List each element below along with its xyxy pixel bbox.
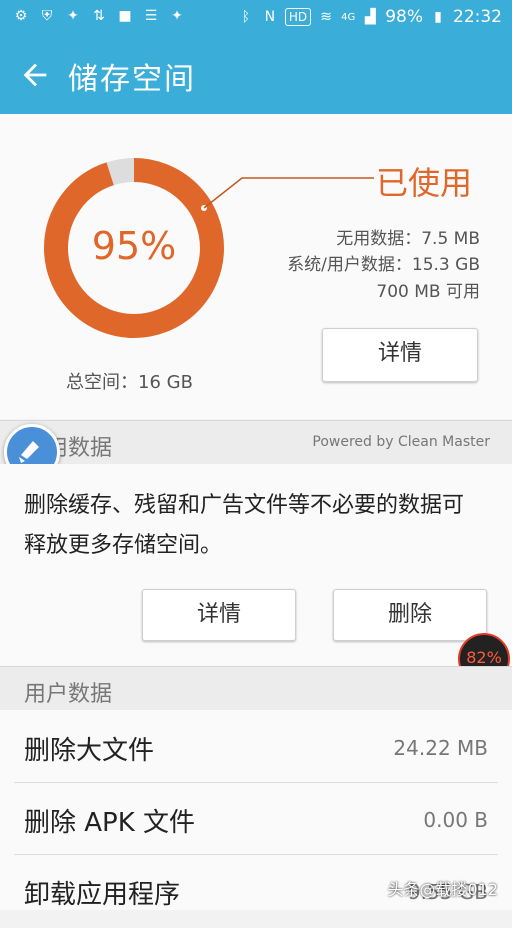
shield-icon: ⛨ xyxy=(41,8,53,24)
usage-percent: 95% xyxy=(91,224,177,268)
app-bar: 储存空间 xyxy=(0,36,512,114)
battery-icon: ▮ xyxy=(434,9,442,25)
list-item-value: 24.22 MB xyxy=(393,736,488,760)
hd-badge: HD xyxy=(284,8,312,26)
list-item-large-files[interactable]: 删除大文件 24.22 MB xyxy=(0,712,512,784)
list-item-apk-files[interactable]: 删除 APK 文件 0.00 B xyxy=(0,784,512,856)
watermark-text: 头条@载搂012 xyxy=(387,880,498,899)
list-item-label: 卸载应用程序 xyxy=(24,880,181,910)
signal-icon: ▟ xyxy=(364,9,376,25)
clock: 22:32 xyxy=(453,7,502,27)
divider xyxy=(14,782,498,783)
used-title: 已使用 xyxy=(376,164,473,202)
list-item-label: 删除 APK 文件 xyxy=(24,808,196,838)
list-item-value: 0.00 B xyxy=(423,808,488,832)
junk-data-size: 无用数据：7.5 MB xyxy=(336,229,480,249)
useless-data-header: 无用数据 Powered by Clean Master xyxy=(0,420,512,465)
gear-icon: ⚙ xyxy=(14,8,28,24)
list-item-label: 删除大文件 xyxy=(24,736,155,766)
back-arrow-icon[interactable] xyxy=(18,58,52,92)
status-bar: ⚙ ⛨ ✦ ⇅ ■ ☰ ✦ ᛒ N HD ≋ 4G ▟ 98% ▮ 22:32 xyxy=(0,0,512,36)
system-user-data-size: 系统/用户数据：15.3 GB xyxy=(287,255,480,275)
battery-percent: 98% xyxy=(385,7,423,27)
useless-details-button[interactable]: 详情 xyxy=(142,589,296,641)
delete-button[interactable]: 删除 xyxy=(333,589,487,641)
page-title: 储存空间 xyxy=(68,62,196,97)
available-space: 700 MB 可用 xyxy=(376,282,480,302)
transfer-icon: ⇅ xyxy=(93,8,105,24)
divider xyxy=(14,854,498,855)
storage-details-button[interactable]: 详情 xyxy=(322,328,478,382)
user-data-header: 用户数据 xyxy=(0,666,512,711)
bluetooth-icon: ᛒ xyxy=(241,9,251,25)
bag-icon: ■ xyxy=(118,8,132,24)
broom-icon: ✦ xyxy=(171,8,183,24)
total-space: 总空间：16 GB xyxy=(66,372,193,393)
broom-icon: ✦ xyxy=(67,8,79,24)
powered-by-text: Powered by Clean Master xyxy=(312,434,490,450)
leader-line xyxy=(201,177,374,211)
list-icon: ☰ xyxy=(144,8,158,24)
nfc-icon: N xyxy=(264,9,276,25)
memory-usage-label: 82% xyxy=(466,648,502,667)
useless-data-card: 删除缓存、残留和广告文件等不必要的数据可释放更多存储空间。 详情 删除 xyxy=(0,464,512,666)
network-type: 4G xyxy=(341,11,356,23)
section-title: 用户数据 xyxy=(24,682,113,707)
useless-data-description: 删除缓存、残留和广告文件等不必要的数据可释放更多存储空间。 xyxy=(24,493,465,558)
wifi-icon: ≋ xyxy=(320,9,332,25)
storage-summary-card: 95% 已使用 无用数据：7.5 MB 系统/用户数据：15.3 GB 700 … xyxy=(0,114,512,419)
